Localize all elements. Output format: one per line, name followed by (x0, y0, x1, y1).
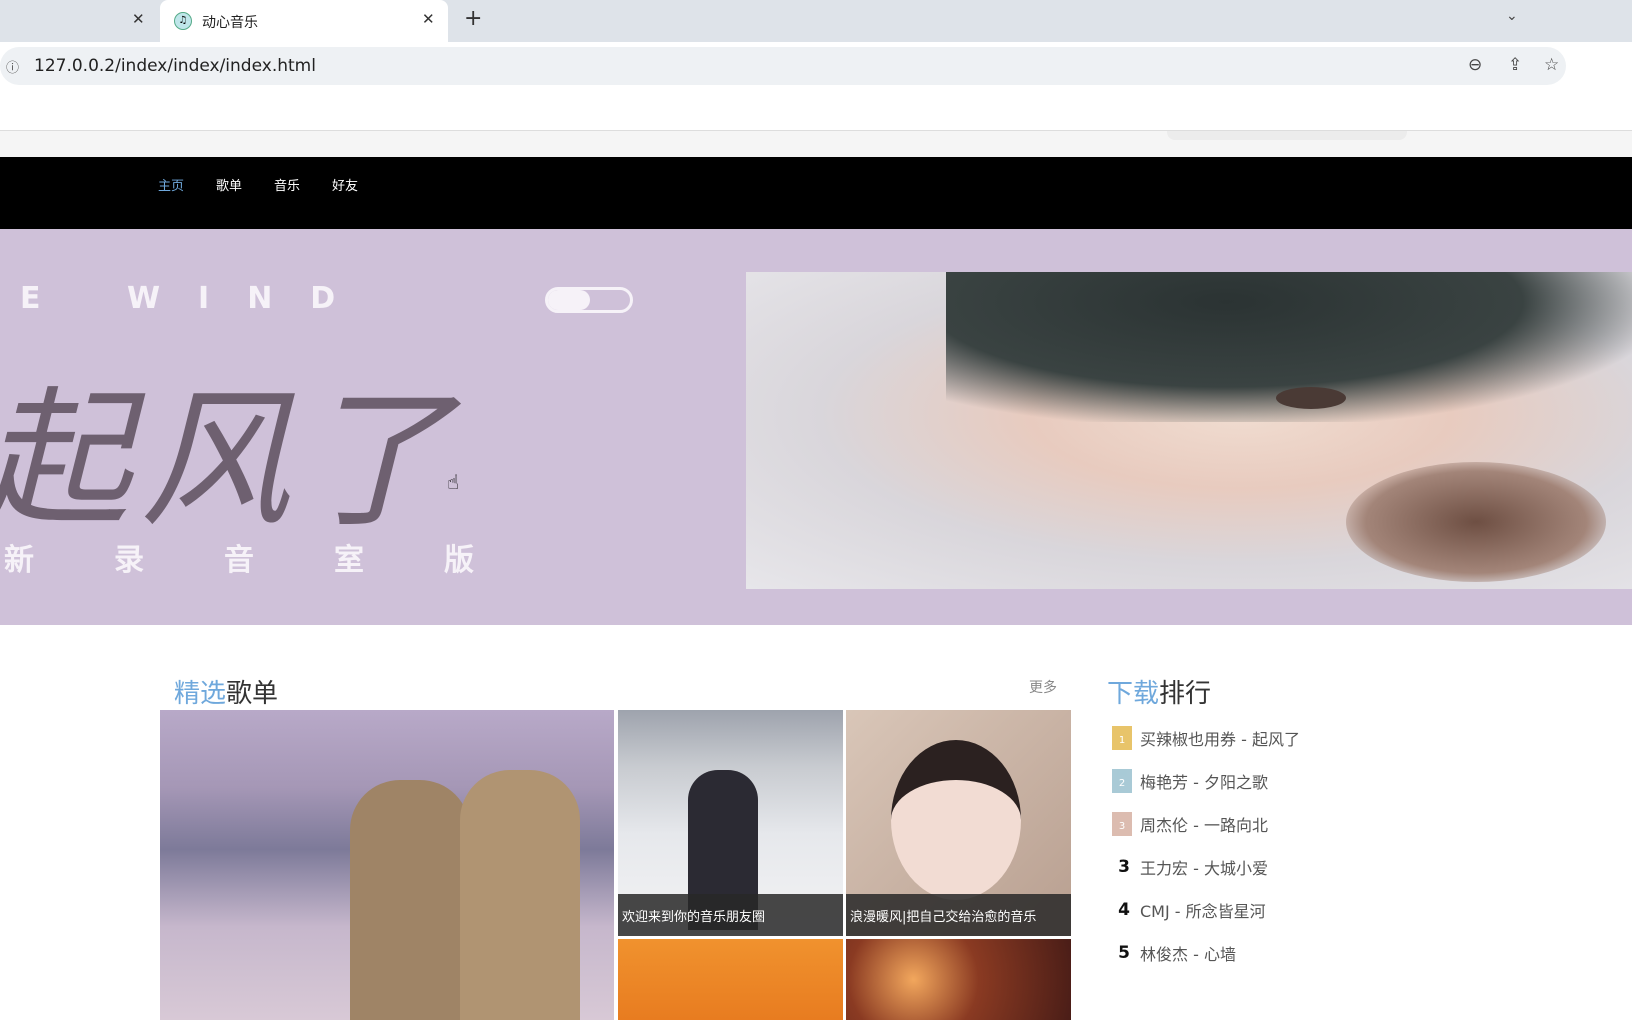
top-strip (0, 131, 1632, 157)
eye-shape (1276, 387, 1346, 409)
person-shape (350, 780, 470, 1020)
playlist-caption: 欢迎来到你的音乐朋友圈 (618, 894, 843, 936)
page-header (0, 90, 1632, 131)
close-icon[interactable]: ✕ (422, 10, 435, 28)
list-item[interactable]: 2 梅艳芳 - 夕阳之歌 (1110, 759, 1430, 802)
download-ranking-list: 1 买辣椒也用券 - 起风了 2 梅艳芳 - 夕阳之歌 3 周杰伦 - 一路向北 3王… (1110, 716, 1430, 974)
song-text[interactable]: 买辣椒也用券 - 起风了 (1140, 726, 1300, 750)
person-shape (460, 770, 580, 1020)
medal-number: 3 (1112, 817, 1132, 836)
main-nav: 主页 歌单 音乐 好友 (0, 157, 1632, 229)
nav-music[interactable]: 音乐 (274, 175, 300, 194)
medal-number: 2 (1112, 774, 1132, 793)
address-bar: ⓘ 127.0.0.2/index/index/index.html ⊖ ⇪ ☆ (0, 42, 1632, 90)
blur-shape (1346, 462, 1606, 582)
title-highlight: 下载 (1107, 679, 1160, 709)
song-text[interactable]: CMJ - 所念皆星河 (1140, 898, 1266, 922)
share-icon[interactable]: ⇪ (1508, 55, 1522, 75)
list-item[interactable]: 3 周杰伦 - 一路向北 (1110, 802, 1430, 845)
search-pill[interactable] (1167, 131, 1407, 140)
tab-title: 动心音乐 (202, 15, 258, 31)
gold-medal-icon: 1 (1112, 725, 1132, 750)
nav-home[interactable]: 主页 (158, 175, 184, 194)
zoom-out-icon[interactable]: ⊖ (1468, 55, 1482, 75)
music-favicon-icon: ♫ (174, 12, 192, 30)
rank-number: 3 (1118, 856, 1130, 877)
tab-active[interactable]: ♫ 动心音乐 ✕ (160, 0, 448, 42)
list-item[interactable]: 3 王力宏 - 大城小爱 (1110, 845, 1430, 888)
medal-number: 1 (1112, 731, 1132, 750)
rank-number: 5 (1118, 942, 1130, 963)
list-item[interactable]: 1 买辣椒也用券 - 起风了 (1110, 716, 1430, 759)
silver-medal-icon: 2 (1112, 768, 1132, 793)
title-rest: 排行 (1159, 679, 1212, 709)
close-icon[interactable]: ✕ (132, 10, 145, 28)
banner-title: 起风了 (0, 374, 461, 548)
info-icon[interactable]: ⓘ (6, 57, 19, 76)
chevron-down-icon[interactable]: ⌄ (1506, 8, 1518, 24)
playlist-card[interactable]: 浪漫暖风|把自己交给治愈的音乐 (846, 710, 1071, 936)
tab-bar: ✕ ♫ 动心音乐 ✕ + ⌄ (0, 0, 1632, 42)
song-text[interactable]: 林俊杰 - 心墙 (1140, 941, 1236, 965)
face-shape (891, 740, 1021, 900)
rank-number: 4 (1118, 899, 1130, 920)
ranking-title: 下载排行 (1107, 673, 1211, 710)
playlist-card[interactable] (846, 939, 1071, 1020)
more-link[interactable]: 更多 (1029, 677, 1057, 697)
url-text[interactable]: 127.0.0.2/index/index/index.html (34, 56, 316, 76)
nav-playlists[interactable]: 歌单 (216, 175, 242, 194)
hand-cursor-icon: ☝ (447, 470, 460, 494)
bronze-medal-icon: 3 (1112, 811, 1132, 836)
playlist-card[interactable] (618, 939, 843, 1020)
song-text[interactable]: 周杰伦 - 一路向北 (1140, 812, 1268, 836)
song-text[interactable]: 王力宏 - 大城小爱 (1140, 855, 1268, 879)
title-rest: 歌单 (226, 679, 279, 709)
nav-friends[interactable]: 好友 (332, 175, 358, 194)
banner-wind-text: E WIND (20, 281, 374, 316)
url-field[interactable]: ⓘ 127.0.0.2/index/index/index.html ⊖ ⇪ ☆ (0, 47, 1566, 85)
banner-photo (746, 272, 1632, 589)
playlists-title: 精选歌单 (174, 673, 278, 710)
banner-toggle-graphic (545, 287, 633, 313)
playlist-caption: 浪漫暖风|把自己交给治愈的音乐 (846, 894, 1071, 936)
new-tab-button[interactable]: + (464, 6, 482, 31)
playlist-card[interactable] (160, 710, 614, 1020)
list-item[interactable]: 5 林俊杰 - 心墙 (1110, 931, 1430, 974)
list-item[interactable]: 4 CMJ - 所念皆星河 (1110, 888, 1430, 931)
playlist-card[interactable]: 欢迎来到你的音乐朋友圈 (618, 710, 843, 936)
hero-banner[interactable]: E WIND 起风了 新录音室版 (0, 229, 1632, 625)
banner-subtitle: 新录音室版 (4, 543, 554, 578)
title-highlight: 精选 (174, 679, 227, 709)
star-icon[interactable]: ☆ (1544, 55, 1559, 75)
song-text[interactable]: 梅艳芳 - 夕阳之歌 (1140, 769, 1268, 793)
